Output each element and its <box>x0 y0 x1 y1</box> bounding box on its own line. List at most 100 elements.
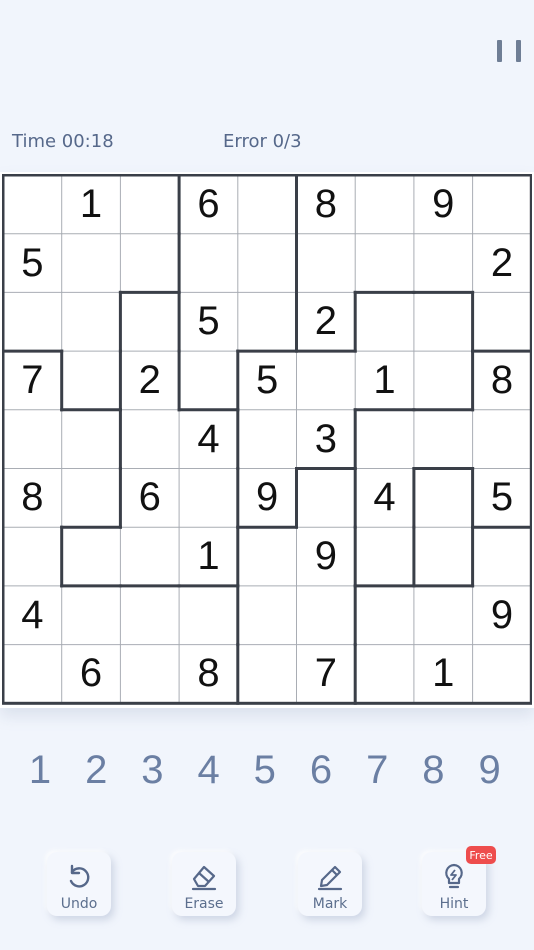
board-cell[interactable]: 7 <box>3 351 62 410</box>
board-cell[interactable]: 1 <box>414 645 473 704</box>
numpad-key-2[interactable]: 2 <box>76 748 116 793</box>
board-cell[interactable]: 1 <box>179 527 238 586</box>
board-cell[interactable] <box>473 645 532 704</box>
board-cell[interactable] <box>473 410 532 469</box>
numpad-key-4[interactable]: 4 <box>189 748 229 793</box>
pause-button[interactable] <box>497 40 521 64</box>
board-cell[interactable] <box>3 527 62 586</box>
board-cell[interactable] <box>62 410 121 469</box>
board-cell[interactable]: 4 <box>355 469 414 528</box>
numpad-key-7[interactable]: 7 <box>357 748 397 793</box>
board-cell[interactable]: 6 <box>179 175 238 234</box>
board-cell[interactable] <box>179 469 238 528</box>
board-cell[interactable] <box>238 175 297 234</box>
board-cell[interactable] <box>355 292 414 351</box>
numpad-key-9[interactable]: 9 <box>470 748 510 793</box>
numpad-key-1[interactable]: 1 <box>20 748 60 793</box>
board-cell[interactable]: 5 <box>473 469 532 528</box>
board-cell[interactable] <box>297 469 356 528</box>
board-cell[interactable]: 9 <box>473 586 532 645</box>
board-cell[interactable] <box>414 351 473 410</box>
board-cell[interactable] <box>473 527 532 586</box>
board-cell[interactable] <box>355 527 414 586</box>
board-cell[interactable]: 7 <box>297 645 356 704</box>
board-cell[interactable] <box>355 645 414 704</box>
board-cell[interactable] <box>62 292 121 351</box>
board-cell[interactable]: 9 <box>297 527 356 586</box>
undo-button[interactable]: Undo <box>47 852 111 916</box>
board-cell[interactable]: 4 <box>179 410 238 469</box>
board-cell[interactable] <box>62 586 121 645</box>
board-cell[interactable]: 5 <box>3 234 62 293</box>
board-cell[interactable]: 8 <box>179 645 238 704</box>
board-cell[interactable]: 6 <box>120 469 179 528</box>
board-cell[interactable]: 4 <box>3 586 62 645</box>
board-cell[interactable] <box>238 586 297 645</box>
board-cell[interactable]: 6 <box>62 645 121 704</box>
board-cell[interactable] <box>355 410 414 469</box>
board-cell[interactable]: 5 <box>238 351 297 410</box>
board-cell[interactable] <box>179 586 238 645</box>
board-cell[interactable] <box>355 234 414 293</box>
board-cell[interactable]: 2 <box>473 234 532 293</box>
board-cell[interactable]: 1 <box>355 351 414 410</box>
board-cell[interactable] <box>3 410 62 469</box>
board-cell[interactable]: 1 <box>62 175 121 234</box>
board-cell[interactable] <box>414 527 473 586</box>
board-cell[interactable] <box>62 527 121 586</box>
board-cell[interactable] <box>120 234 179 293</box>
board-cell[interactable] <box>120 292 179 351</box>
board-cell[interactable]: 8 <box>297 175 356 234</box>
pause-icon-bar <box>516 40 521 62</box>
board-cell[interactable] <box>238 234 297 293</box>
board-cell[interactable] <box>238 527 297 586</box>
board-cell[interactable] <box>179 351 238 410</box>
numpad-key-6[interactable]: 6 <box>301 748 341 793</box>
board-cell[interactable] <box>297 234 356 293</box>
board-cell[interactable] <box>62 351 121 410</box>
numpad-key-3[interactable]: 3 <box>132 748 172 793</box>
board-cell[interactable] <box>414 410 473 469</box>
board-cell[interactable] <box>414 292 473 351</box>
board-cell[interactable] <box>238 292 297 351</box>
timer-label: Time 00:18 <box>12 131 114 152</box>
board-cell[interactable] <box>414 469 473 528</box>
board-cell[interactable] <box>238 645 297 704</box>
board-cell[interactable] <box>120 645 179 704</box>
board-cell[interactable] <box>3 175 62 234</box>
board-cell[interactable] <box>3 645 62 704</box>
board-cell[interactable]: 2 <box>297 292 356 351</box>
numpad-key-8[interactable]: 8 <box>413 748 453 793</box>
board-cell[interactable] <box>473 292 532 351</box>
board-cell[interactable]: 9 <box>238 469 297 528</box>
board-cell[interactable] <box>3 292 62 351</box>
board-cell[interactable]: 5 <box>179 292 238 351</box>
board-cell[interactable] <box>355 586 414 645</box>
board-cell[interactable]: 3 <box>297 410 356 469</box>
board-cell[interactable] <box>179 234 238 293</box>
numpad-key-5[interactable]: 5 <box>245 748 285 793</box>
board-cell[interactable] <box>120 586 179 645</box>
board-cell[interactable] <box>62 234 121 293</box>
board-cell[interactable] <box>120 527 179 586</box>
board-cell[interactable] <box>297 586 356 645</box>
board-cell[interactable] <box>120 410 179 469</box>
erase-button[interactable]: Erase <box>172 852 236 916</box>
board-cell[interactable]: 9 <box>414 175 473 234</box>
board-cell[interactable]: 8 <box>473 351 532 410</box>
board-cell[interactable] <box>414 586 473 645</box>
erase-label: Erase <box>184 896 224 912</box>
board-cell[interactable] <box>473 175 532 234</box>
board-cell[interactable] <box>62 469 121 528</box>
board-cell[interactable]: 2 <box>120 351 179 410</box>
board-cell[interactable] <box>355 175 414 234</box>
board-cell[interactable] <box>297 351 356 410</box>
board-cell[interactable] <box>120 175 179 234</box>
board-cell[interactable] <box>414 234 473 293</box>
mark-button[interactable]: Mark <box>298 852 362 916</box>
board-cell[interactable]: 8 <box>3 469 62 528</box>
hint-free-badge: Free <box>466 846 496 864</box>
sudoku-board-container: 1689525272518438694519496871 <box>0 172 534 708</box>
undo-label: Undo <box>60 896 98 912</box>
board-cell[interactable] <box>238 410 297 469</box>
